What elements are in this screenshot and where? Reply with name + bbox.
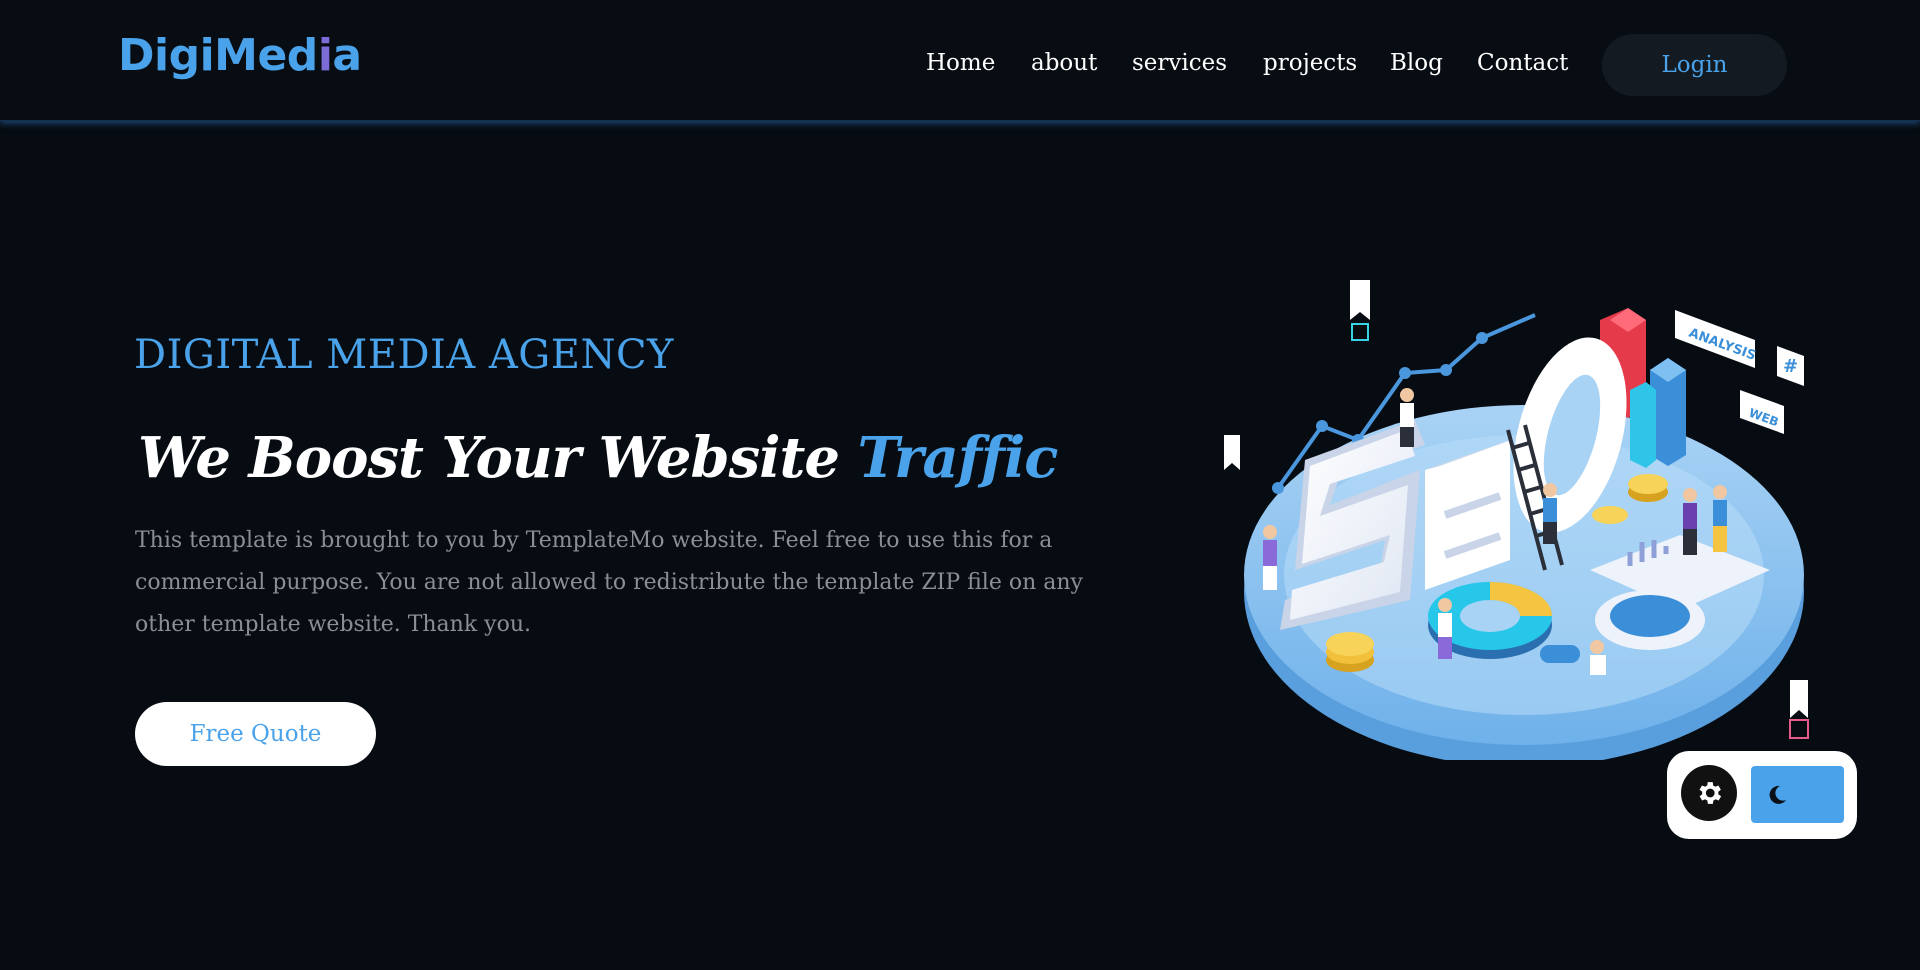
nav-home[interactable]: Home xyxy=(926,50,995,76)
logo-text-main: DigiMed xyxy=(118,30,318,81)
dark-mode-toggle[interactable] xyxy=(1751,766,1844,823)
hero-eyebrow: DIGITAL MEDIA AGENCY xyxy=(134,332,674,378)
theme-switcher xyxy=(1667,751,1857,839)
headline-main: We Boost Your Website xyxy=(138,425,858,491)
tag-cards: ANALYSIS # WEB xyxy=(1675,310,1804,434)
tag-hash: # xyxy=(1783,356,1798,377)
nav-projects[interactable]: projects xyxy=(1263,50,1357,76)
seo-illustration: ANALYSIS # WEB xyxy=(1224,280,1809,760)
site-header: DigiMedia Home about services projects B… xyxy=(0,0,1920,121)
free-quote-button[interactable]: Free Quote xyxy=(135,702,376,766)
login-button[interactable]: Login xyxy=(1602,34,1787,96)
logo[interactable]: DigiMedia xyxy=(118,30,362,81)
logo-text-tail: a xyxy=(332,30,362,81)
nav-contact[interactable]: Contact xyxy=(1477,50,1568,76)
hero-headline: We Boost Your Website Traffic xyxy=(138,425,1058,491)
gear-icon xyxy=(1699,782,1722,804)
nav-blog[interactable]: Blog xyxy=(1390,50,1443,76)
settings-button[interactable] xyxy=(1681,765,1737,821)
nav-services[interactable]: services xyxy=(1132,50,1227,76)
nav-about[interactable]: about xyxy=(1031,50,1097,76)
moon-icon xyxy=(1769,785,1786,804)
logo-text-accent: i xyxy=(317,30,333,81)
headline-highlight: Traffic xyxy=(857,425,1058,491)
hero-description: This template is brought to you by Templ… xyxy=(135,528,1083,637)
